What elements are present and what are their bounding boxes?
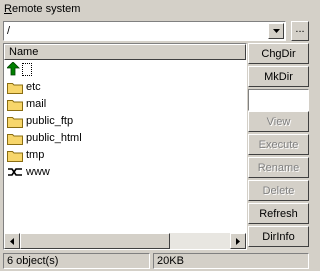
column-header-name[interactable]: Name [4, 44, 246, 60]
scroll-left-button[interactable] [4, 233, 20, 249]
list-item-label: www [26, 166, 50, 178]
refresh-button[interactable]: Refresh [248, 203, 309, 224]
list-item-label: tmp [26, 149, 45, 161]
folder-icon [7, 133, 23, 145]
status-object-count: 6 object(s) [3, 253, 150, 269]
combo-dropdown-button[interactable] [268, 23, 284, 39]
list-item[interactable]: tmp [7, 147, 44, 163]
list-item-label: etc [26, 81, 41, 93]
list-item[interactable]: mail [7, 96, 46, 112]
list-item-label: public_ftp [26, 115, 74, 127]
browse-button[interactable]: ... [291, 21, 309, 41]
file-list[interactable]: Name etc mail public_ftp public_html tmp… [3, 43, 247, 250]
folder-icon [7, 150, 23, 162]
folder-icon [7, 99, 23, 111]
folder-icon [7, 82, 23, 94]
command-input[interactable] [248, 89, 309, 111]
delete-button[interactable]: Delete [248, 180, 309, 201]
arrow-right-icon [236, 237, 240, 245]
list-item-label: public_html [26, 132, 82, 144]
up-arrow-icon [7, 62, 20, 76]
execute-button[interactable]: Execute [248, 134, 309, 155]
list-item-label: mail [26, 98, 47, 110]
panel-title: Remote system [4, 3, 81, 15]
chgdir-button[interactable]: ChgDir [248, 43, 309, 64]
path-combobox[interactable]: / [3, 21, 286, 41]
list-item[interactable]: public_html [7, 130, 82, 146]
list-item-label [22, 62, 32, 76]
chevron-down-icon [272, 29, 280, 33]
list-item[interactable]: etc [7, 79, 41, 95]
arrow-left-icon [10, 237, 14, 245]
dirinfo-button[interactable]: DirInfo [248, 226, 309, 247]
list-item[interactable]: www [7, 164, 50, 180]
rename-button[interactable]: Rename [248, 157, 309, 178]
path-value[interactable]: / [7, 25, 10, 37]
scroll-thumb[interactable] [20, 233, 170, 249]
list-item-parent[interactable] [7, 61, 32, 77]
horizontal-scrollbar[interactable] [4, 233, 246, 249]
view-button[interactable]: View [248, 111, 309, 132]
list-item[interactable]: public_ftp [7, 113, 73, 129]
link-icon [8, 167, 22, 176]
scroll-right-button[interactable] [230, 233, 246, 249]
mkdir-button[interactable]: MkDir [248, 66, 309, 87]
status-size: 20KB [153, 253, 309, 269]
folder-icon [7, 116, 23, 128]
